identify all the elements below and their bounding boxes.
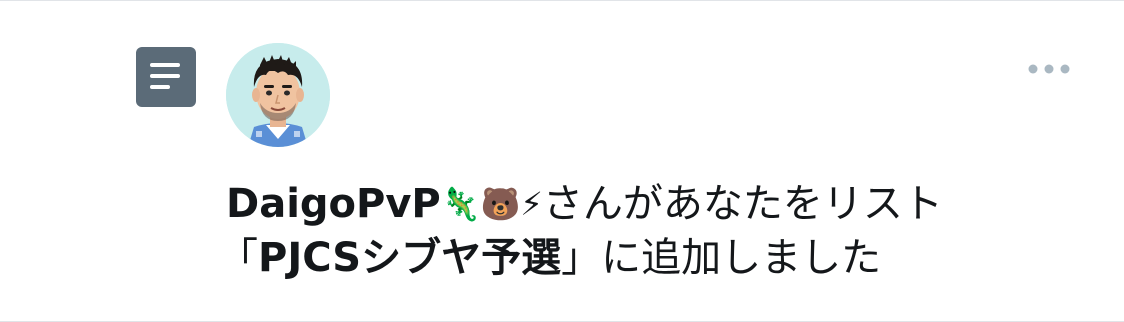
list-line-2 [150, 74, 180, 78]
list-added-notification[interactable]: DaigoPvP🦎🐻⚡さんがあなたをリスト 「PJCSシブヤ予選」に追加しました [0, 0, 1124, 322]
list-icon [136, 47, 196, 107]
message-text-1: さんがあなたをリスト [542, 181, 943, 227]
user-name[interactable]: DaigoPvP [226, 181, 441, 227]
quote-close: 」 [561, 235, 602, 281]
line-2: 「PJCSシブヤ予選」に追加しました [218, 235, 881, 281]
user-avatar[interactable] [226, 43, 330, 147]
list-name[interactable]: PJCSシブヤ予選 [258, 235, 561, 281]
user-avatar-icon [226, 43, 330, 147]
more-options-icon[interactable] [1026, 61, 1072, 77]
quote-open: 「 [218, 235, 258, 281]
list-line-3 [150, 85, 170, 89]
list-line-1 [150, 63, 180, 67]
line-1: DaigoPvP🦎🐻⚡さんがあなたをリスト [226, 181, 943, 227]
user-name-emoji: 🦎🐻⚡ [440, 185, 543, 223]
notification-message: DaigoPvP🦎🐻⚡さんがあなたをリスト 「PJCSシブヤ予選」に追加しました [218, 177, 1106, 285]
message-text-2: に追加しました [601, 235, 882, 281]
